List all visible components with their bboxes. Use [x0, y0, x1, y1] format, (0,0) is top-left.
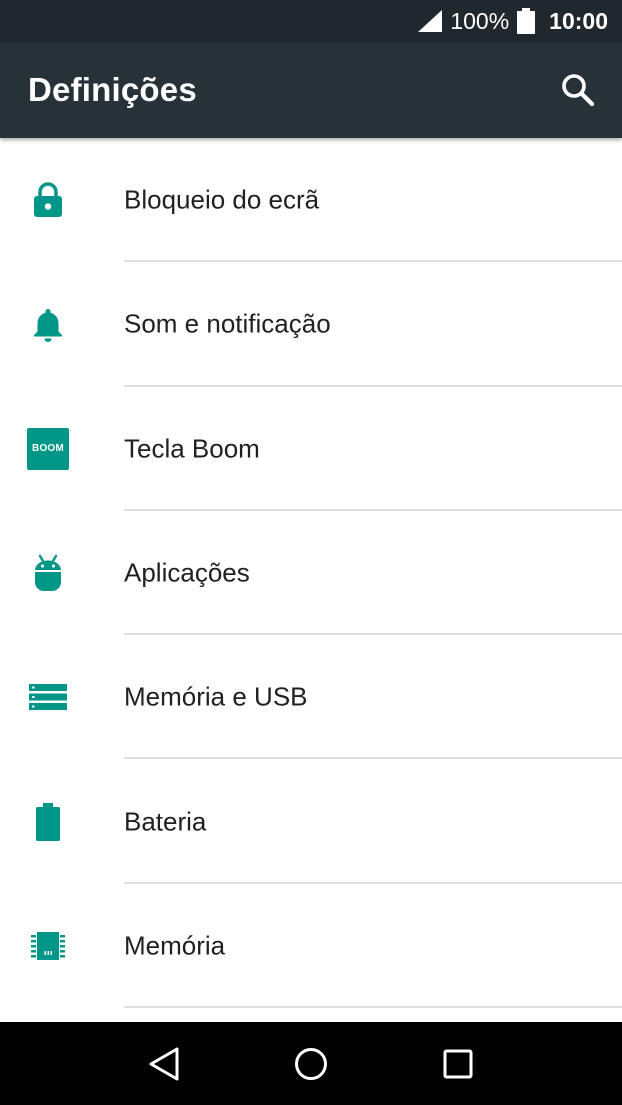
battery-icon	[22, 796, 74, 848]
home-icon	[294, 1047, 327, 1080]
recents-icon	[443, 1049, 473, 1078]
memory-chip-icon	[22, 920, 74, 972]
page-title: Definições	[28, 71, 197, 108]
divider	[124, 1006, 622, 1009]
setting-label: Som e notificação	[124, 308, 331, 339]
storage-icon	[22, 671, 74, 723]
battery-status-icon	[517, 8, 536, 34]
lock-icon	[22, 174, 74, 226]
signal-icon	[418, 10, 443, 32]
setting-label: Tecla Boom	[124, 433, 260, 464]
setting-label: Memória e USB	[124, 681, 308, 712]
setting-storage-usb[interactable]: Memória e USB	[0, 635, 622, 760]
setting-battery[interactable]: Bateria	[0, 759, 622, 884]
search-icon	[562, 74, 595, 107]
android-icon	[22, 547, 74, 599]
home-button[interactable]	[283, 1036, 339, 1092]
app-bar: Definições	[0, 42, 622, 138]
battery-percent: 100%	[450, 7, 510, 34]
setting-label: Memória	[124, 930, 226, 961]
setting-lock-screen[interactable]: Bloqueio do ecrã	[0, 138, 622, 263]
setting-boom-key[interactable]: BOOM Tecla Boom	[0, 387, 622, 511]
navigation-bar	[0, 1022, 622, 1105]
setting-label: Aplicações	[124, 557, 250, 588]
bell-icon	[22, 298, 74, 350]
back-icon	[149, 1047, 179, 1080]
setting-label: Bateria	[124, 806, 207, 837]
status-bar: 100% 10:00	[0, 0, 622, 42]
back-button[interactable]	[136, 1036, 192, 1092]
boom-key-icon: BOOM	[22, 423, 74, 475]
settings-list: Bloqueio do ecrã Som e notificação BOOM …	[0, 138, 622, 1022]
clock: 10:00	[549, 7, 608, 34]
setting-apps[interactable]: Aplicações	[0, 511, 622, 636]
search-button[interactable]	[558, 70, 598, 110]
boom-icon-text: BOOM	[32, 443, 64, 455]
recents-button[interactable]	[430, 1036, 486, 1092]
setting-label: Bloqueio do ecrã	[124, 184, 320, 215]
setting-memory[interactable]: Memória	[0, 884, 622, 1009]
setting-sound-notification[interactable]: Som e notificação	[0, 262, 622, 387]
